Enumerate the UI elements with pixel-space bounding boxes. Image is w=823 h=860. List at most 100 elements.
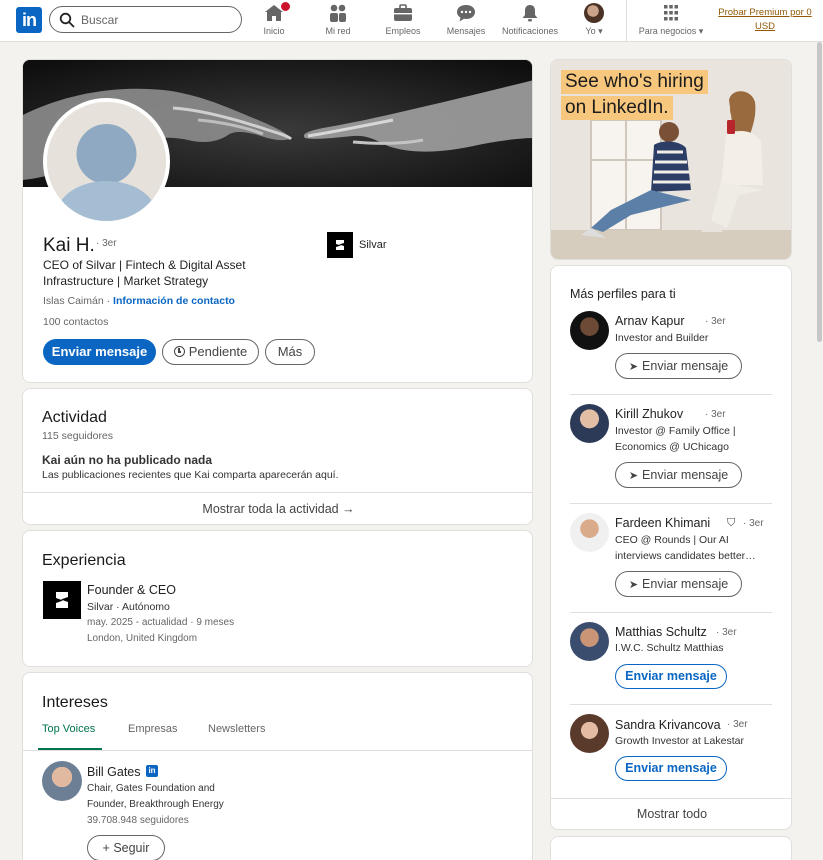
divider xyxy=(570,704,772,705)
profile-name[interactable]: Arnav Kapur xyxy=(615,314,684,328)
profile-connections[interactable]: 100 contactos xyxy=(43,316,108,328)
send-message-button-label: Enviar mensaje xyxy=(642,359,729,373)
profile-location: Islas Caimán · Información de contacto xyxy=(43,295,235,307)
hiring-ad[interactable]: See who's hiring on LinkedIn. xyxy=(550,59,792,260)
profile-name: Kai H. xyxy=(43,235,95,256)
nav-home[interactable]: Inicio xyxy=(256,1,292,39)
profile-headline: CEO @ Rounds | Our AI xyxy=(615,534,729,546)
pending-button-label: Pendiente xyxy=(188,344,248,359)
show-all-activity-link[interactable]: Mostrar toda la actividad → xyxy=(23,502,532,516)
divider xyxy=(551,798,791,799)
search-icon xyxy=(59,12,75,28)
more-profiles-card: Más perfiles para ti Arnav Kapur · 3er I… xyxy=(550,265,792,830)
company-name[interactable]: Silvar xyxy=(359,239,387,251)
more-button[interactable]: Más xyxy=(265,339,315,365)
company-logo[interactable] xyxy=(327,232,353,258)
profile-headline: Investor @ Family Office | xyxy=(615,425,736,437)
follow-button[interactable]: + Seguir xyxy=(87,835,165,860)
interests-card: Intereses Top Voices Empresas Newsletter… xyxy=(22,672,533,860)
activity-followers[interactable]: 115 seguidores xyxy=(42,430,113,442)
default-avatar-icon xyxy=(47,102,166,221)
tab-companies[interactable]: Empresas xyxy=(128,723,178,735)
premium-link-line2: USD xyxy=(754,21,776,32)
profile-avatar[interactable] xyxy=(570,714,609,753)
tab-top-voices[interactable]: Top Voices xyxy=(42,723,95,735)
profile-avatar[interactable] xyxy=(570,513,609,552)
nav-divider xyxy=(626,0,627,42)
profile-photo[interactable] xyxy=(43,98,170,225)
interest-person-name[interactable]: Bill Gates xyxy=(87,765,141,779)
ad-headline: See who's hiring on LinkedIn. xyxy=(561,70,708,120)
send-message-button[interactable]: Enviar mensaje xyxy=(615,664,727,689)
search-input[interactable] xyxy=(81,10,231,30)
nav-home-label: Inicio xyxy=(263,26,285,36)
activity-empty-title: Kai aún no ha publicado nada xyxy=(42,453,213,467)
scrollbar[interactable] xyxy=(815,42,823,860)
interest-person-followers: 39.708.948 seguidores xyxy=(87,815,189,826)
profile-headline-line2: interviews candidates better… xyxy=(615,550,756,562)
send-icon: ➤ xyxy=(628,579,639,591)
profile-card: Kai H. · 3er CEO of Silvar | Fintech & D… xyxy=(22,59,533,383)
silvar-logo-icon xyxy=(56,592,68,608)
send-message-button[interactable]: ➤ Enviar mensaje xyxy=(615,353,742,379)
experience-title: Experiencia xyxy=(42,552,126,569)
contact-info-link[interactable]: Información de contacto xyxy=(113,295,235,307)
premium-link[interactable]: Probar Premium por 0 USD xyxy=(713,6,817,34)
nav-business[interactable]: Para negocios ▾ xyxy=(635,3,707,39)
linkedin-logo[interactable]: in xyxy=(16,7,42,33)
divider xyxy=(23,492,532,493)
nav-me-label: Yo ▾ xyxy=(585,26,603,36)
profile-avatar[interactable] xyxy=(570,404,609,443)
profile-degree: · 3er xyxy=(716,627,737,638)
profile-headline: Investor and Builder xyxy=(615,332,709,344)
top-nav: in Inicio Mi red Empleos xyxy=(0,0,823,42)
nav-notifications[interactable]: Notificaciones xyxy=(500,3,560,39)
send-message-button[interactable]: ➤ Enviar mensaje xyxy=(615,462,742,488)
clock-icon xyxy=(173,346,185,357)
nav-jobs[interactable]: Empleos xyxy=(383,3,423,39)
message-button[interactable]: Enviar mensaje xyxy=(43,339,156,365)
nav-network-label: Mi red xyxy=(325,26,351,36)
profile-degree: · 3er xyxy=(705,409,726,420)
divider xyxy=(570,503,772,504)
profile-degree: · 3er xyxy=(743,518,764,529)
grid-icon xyxy=(664,5,678,21)
profile-name[interactable]: Kirill Zhukov xyxy=(615,407,683,421)
divider xyxy=(570,394,772,395)
profile-name[interactable]: Fardeen Khimani xyxy=(615,516,710,530)
profile-name[interactable]: Sandra Krivancova xyxy=(615,718,721,732)
nav-messaging-label: Mensajes xyxy=(446,26,486,36)
nav-messaging[interactable]: Mensajes xyxy=(446,3,486,39)
nav-network[interactable]: Mi red xyxy=(320,3,356,39)
profile-headline-line2: Economics @ UChicago xyxy=(615,441,729,453)
profile-avatar[interactable] xyxy=(570,622,609,661)
experience-dates: may. 2025 - actualidad · 9 meses xyxy=(87,617,235,628)
network-icon xyxy=(330,4,346,22)
messaging-icon xyxy=(457,5,475,22)
profile-degree: · 3er xyxy=(96,238,117,249)
scrollbar-thumb[interactable] xyxy=(817,42,822,342)
nav-notifications-label: Notificaciones xyxy=(501,26,559,36)
location-separator: · xyxy=(103,295,114,307)
experience-company: Silvar · Autónomo xyxy=(87,601,170,613)
profile-headline: Growth Investor at Lakestar xyxy=(615,735,744,747)
profile-name[interactable]: Matthias Schultz xyxy=(615,625,707,639)
activity-title: Actividad xyxy=(42,409,107,426)
divider xyxy=(23,750,532,751)
bell-icon xyxy=(522,5,538,22)
ad-headline-line1: See who's hiring xyxy=(561,70,708,94)
profile-avatar[interactable] xyxy=(570,311,609,350)
show-all-profiles-link[interactable]: Mostrar todo xyxy=(551,807,791,821)
pending-button[interactable]: Pendiente xyxy=(162,339,259,365)
bill-gates-avatar[interactable] xyxy=(42,761,82,801)
nav-me[interactable]: Yo ▾ xyxy=(579,3,609,39)
send-message-button[interactable]: ➤ Enviar mensaje xyxy=(615,571,742,597)
notification-badge xyxy=(280,1,291,12)
nav-business-label: Para negocios ▾ xyxy=(638,26,704,36)
interest-person-desc-line1: Chair, Gates Foundation and xyxy=(87,783,215,794)
experience-company-logo[interactable] xyxy=(43,581,81,619)
send-message-button[interactable]: Enviar mensaje xyxy=(615,756,727,781)
tab-newsletters[interactable]: Newsletters xyxy=(208,723,265,735)
search-box[interactable] xyxy=(49,6,242,33)
briefcase-icon xyxy=(394,4,412,21)
